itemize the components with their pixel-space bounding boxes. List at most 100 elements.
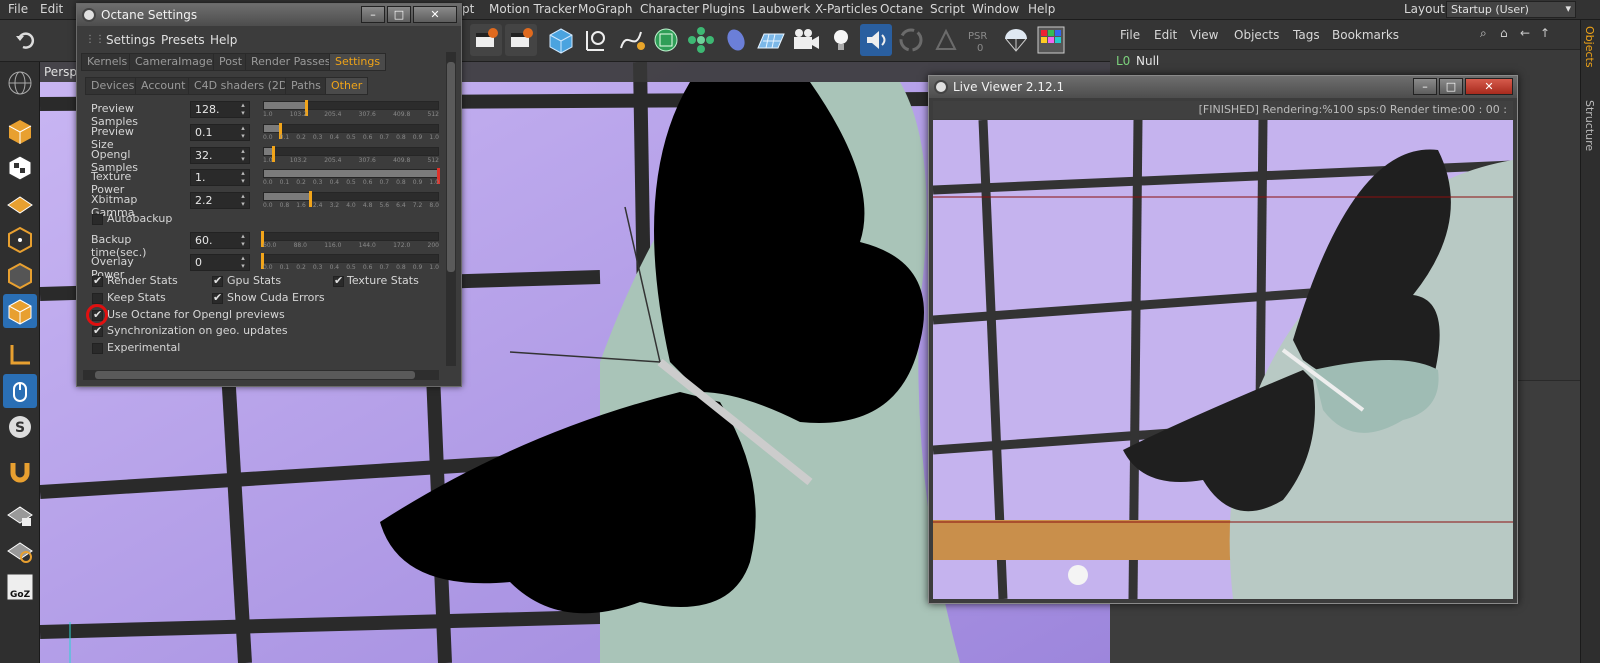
subdivision-surface-icon[interactable] <box>650 24 682 56</box>
tab-objects[interactable]: Objects <box>1583 26 1596 68</box>
xbitmap-gamma-slider[interactable]: 0.0 0.8 1.6 2.4 3.2 4.0 4.8 5.6 6.4 7.2 8.0 <box>263 191 439 209</box>
arrow-up-icon[interactable]: ↑ <box>1540 26 1550 40</box>
viewport-label[interactable]: Persp <box>44 65 77 79</box>
menu-x-particles[interactable]: X-Particles <box>815 2 878 16</box>
objects-menu-tags[interactable]: Tags <box>1293 28 1320 42</box>
objects-menu-objects[interactable]: Objects <box>1234 28 1279 42</box>
palette-icon[interactable] <box>1035 24 1067 56</box>
backup-time-field[interactable]: 60. <box>190 232 250 249</box>
menu-script[interactable]: Script <box>930 2 965 16</box>
tab-paths[interactable]: Paths <box>285 77 327 95</box>
octane-menu-presets[interactable]: Presets <box>161 33 205 47</box>
polygons-mode-icon[interactable] <box>3 294 37 328</box>
spline-tool-icon[interactable] <box>615 24 647 56</box>
octane-menu-help[interactable]: Help <box>210 33 237 47</box>
texture-stats-checkbox[interactable] <box>333 274 344 287</box>
tab-devices[interactable]: Devices <box>85 77 141 95</box>
preview-size-field[interactable]: 0.1 <box>190 124 250 141</box>
experimental-checkbox[interactable] <box>92 343 103 354</box>
magnet-snap-icon[interactable] <box>3 454 37 488</box>
opengl-samples-slider[interactable]: 1.0 103.2 205.4 307.6 409.8 512 <box>263 146 439 164</box>
tab-cameraimager[interactable]: CameraImager <box>129 53 224 71</box>
edges-mode-icon[interactable] <box>3 258 37 292</box>
menu-character[interactable]: Character <box>640 2 699 16</box>
gpu-stats-checkbox[interactable] <box>212 274 223 287</box>
keep-stats-checkbox[interactable] <box>92 293 103 304</box>
tweak-mouse-icon[interactable] <box>3 374 37 408</box>
menu-help[interactable]: Help <box>1028 2 1055 16</box>
tab-render-passes[interactable]: Render Passes <box>245 53 337 71</box>
model-mode-icon[interactable] <box>3 114 37 148</box>
tab-structure[interactable]: Structure <box>1583 100 1596 151</box>
show-cuda-errors-checkbox[interactable] <box>212 291 223 304</box>
horizontal-scrollbar[interactable] <box>83 370 439 380</box>
sculpt-icon[interactable] <box>930 24 962 56</box>
live-viewer-titlebar[interactable]: Live Viewer 2.12.1 – □ ✕ <box>929 76 1517 98</box>
horizontal-scroll-thumb[interactable] <box>95 371 415 379</box>
tab-account[interactable]: Account <box>135 77 192 95</box>
tab-other[interactable]: Other <box>325 77 369 95</box>
spline-pen-icon[interactable] <box>580 24 612 56</box>
tab-post[interactable]: Post <box>213 53 249 71</box>
sync-geo-checkbox[interactable] <box>92 324 103 337</box>
menu-mograph[interactable]: MoGraph <box>578 2 633 16</box>
arrow-left-icon[interactable]: ← <box>1520 26 1530 40</box>
parachute-icon[interactable] <box>1000 24 1032 56</box>
points-mode-icon[interactable] <box>3 222 37 256</box>
objects-menu-bookmarks[interactable]: Bookmarks <box>1332 28 1399 42</box>
objects-menu-edit[interactable]: Edit <box>1154 28 1177 42</box>
menu-edit[interactable]: Edit <box>40 2 63 16</box>
opengl-samples-field[interactable]: 32. <box>190 147 250 164</box>
maximize-button[interactable]: □ <box>387 6 411 23</box>
locked-workplane-icon[interactable] <box>3 498 37 532</box>
cloner-icon[interactable] <box>685 24 717 56</box>
object-row-null[interactable]: L0 Null <box>1116 54 1196 70</box>
workplane-icon[interactable] <box>3 186 37 220</box>
vertical-scrollbar[interactable] <box>446 52 456 366</box>
snapping-s-icon[interactable]: S <box>3 410 37 444</box>
render-to-picture-viewer-icon[interactable] <box>505 24 537 56</box>
close-button[interactable]: ✕ <box>413 6 457 23</box>
layout-select[interactable]: Startup (User) ▾ <box>1446 1 1576 18</box>
overlay-power-field[interactable]: 0 <box>190 254 250 271</box>
texture-power-field[interactable]: 1. <box>190 169 250 186</box>
cube-icon[interactable] <box>545 24 577 56</box>
deformer-icon[interactable] <box>720 24 752 56</box>
undo-icon[interactable] <box>10 24 42 56</box>
octane-settings-titlebar[interactable]: Octane Settings – □ ✕ <box>77 4 461 26</box>
backup-time-slider[interactable]: 60.0 88.0 116.0 144.0 172.0 200 <box>261 231 439 249</box>
render-region-icon[interactable] <box>470 24 502 56</box>
menu-plugins[interactable]: Plugins <box>702 2 745 16</box>
vertical-scroll-thumb[interactable] <box>447 62 455 272</box>
tab-kernels[interactable]: Kernels <box>81 53 134 71</box>
preview-samples-slider[interactable]: 1.0 103.2 205.4 307.6 409.8 512 <box>263 100 439 118</box>
floor-icon[interactable] <box>755 24 787 56</box>
menu-motion-tracker[interactable]: Motion Tracker <box>489 2 577 16</box>
recycle-icon[interactable] <box>895 24 927 56</box>
menu-file[interactable]: File <box>8 2 28 16</box>
octane-menu-settings[interactable]: Settings <box>106 33 155 47</box>
minimize-button[interactable]: – <box>361 6 385 23</box>
overlay-power-slider[interactable]: 0.0 0.1 0.2 0.3 0.4 0.5 0.6 0.7 0.8 0.9 1.0 <box>261 253 439 271</box>
tab-settings[interactable]: Settings <box>329 53 387 71</box>
menu-script-partial[interactable]: pt <box>462 2 474 16</box>
objects-menu-view[interactable]: View <box>1190 28 1218 42</box>
render-stats-checkbox[interactable] <box>92 274 103 287</box>
psr-icon[interactable]: PSR 0 <box>965 24 997 56</box>
close-button[interactable]: ✕ <box>1465 78 1513 95</box>
sound-icon[interactable] <box>860 24 892 56</box>
camera-icon[interactable] <box>790 24 822 56</box>
menu-octane[interactable]: Octane <box>880 2 923 16</box>
xbitmap-gamma-field[interactable]: 2.2 <box>190 192 250 209</box>
sphere-grid-icon[interactable] <box>3 66 37 100</box>
objects-menu-file[interactable]: File <box>1120 28 1140 42</box>
light-icon[interactable] <box>825 24 857 56</box>
search-icon[interactable]: ⌕ <box>1480 26 1487 41</box>
tab-c4d-shaders[interactable]: C4D shaders (2D) <box>188 77 298 95</box>
home-icon[interactable]: ⌂ <box>1500 26 1508 40</box>
autobackup-checkbox[interactable] <box>92 214 103 225</box>
preview-samples-field[interactable]: 128. <box>190 101 250 118</box>
preview-size-slider[interactable]: 0.0 0.1 0.2 0.3 0.4 0.5 0.6 0.7 0.8 0.9 1.0 <box>263 123 439 141</box>
minimize-button[interactable]: – <box>1413 78 1437 95</box>
texture-mode-icon[interactable] <box>3 150 37 184</box>
